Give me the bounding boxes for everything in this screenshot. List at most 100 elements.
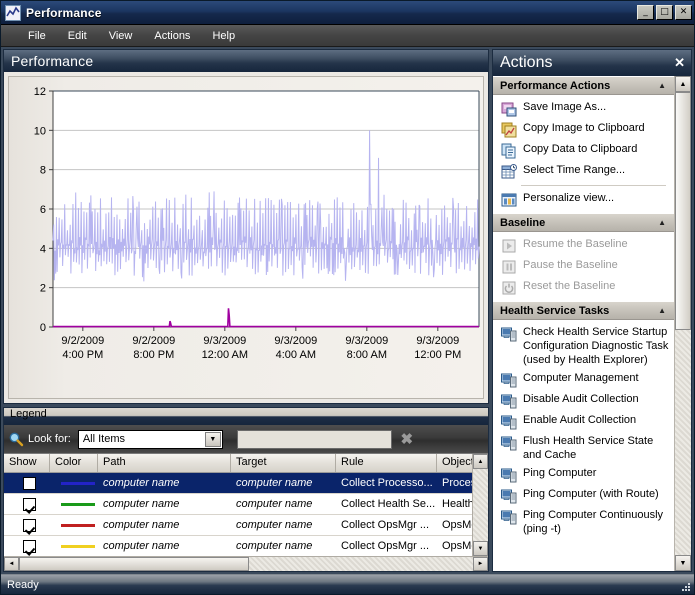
actions-pane: Actions ✕ Performance Actions ▲ Save Image… [492,49,692,572]
table-row[interactable]: computer name computer name Collect OpsMgr… [4,536,472,556]
task-computer-icon [501,510,517,525]
performance-chart[interactable]: 0 2 4 6 8 10 12 9/2/2009 4:00 PM 9/2/2009 8:00 PM 9… [9,77,487,387]
column-header-target[interactable]: Target [231,454,336,472]
actions-section-header[interactable]: Health Service Tasks ▲ [493,301,674,320]
table-row[interactable]: computer name computer name Collect OpsMgr… [4,515,472,536]
legend-vertical-scrollbar[interactable]: ▲ ▼ [472,454,488,556]
scope-dropdown[interactable]: All Items ▼ [77,429,223,449]
chevron-up-icon[interactable]: ▲ [658,306,666,315]
action-item[interactable]: Personalize view... [493,189,674,210]
chevron-down-icon[interactable]: ▼ [204,431,221,447]
action-item-label: Resume the Baseline [523,238,628,250]
action-item[interactable]: Ping Computer Continuously (ping -t) [493,506,674,538]
actions-close-icon[interactable]: ✕ [674,55,685,71]
series-color-swatch [61,544,95,548]
action-item[interactable]: Flush Health Service State and Cache [493,432,674,464]
action-item-label: Copy Data to Clipboard [523,143,638,155]
row-show-cell[interactable] [4,494,50,515]
chart-area[interactable]: 0 2 4 6 8 10 12 9/2/2009 4:00 PM 9/2/2009 8:00 PM 9… [8,76,484,399]
menu-view[interactable]: View [98,27,144,45]
svg-text:9/2/2009: 9/2/2009 [132,335,175,347]
actions-vertical-scrollbar[interactable]: ▲ ▼ [674,76,691,571]
action-item[interactable]: Check Health Service Startup Configurati… [493,323,674,369]
table-row[interactable]: computer name computer name Collect Health… [4,494,472,515]
actions-section-header[interactable]: Baseline ▲ [493,213,674,232]
clear-search-icon[interactable]: ✖ [396,429,418,449]
actions-section-list: Save Image As... Copy Image to Clipboard C… [493,95,674,213]
action-item[interactable]: Save Image As... [493,98,674,119]
show-checkbox[interactable] [23,476,36,490]
row-show-cell[interactable] [4,536,50,557]
maximize-button[interactable]: □ [656,5,673,20]
close-button[interactable]: ✕ [675,5,692,20]
column-header-path[interactable]: Path [98,454,231,472]
row-rule-cell: Collect OpsMgr ... [341,540,430,552]
minimize-button[interactable]: _ [637,5,654,20]
resize-grip-icon[interactable] [679,580,691,592]
series-color-swatch [61,481,95,485]
chevron-up-icon[interactable]: ▲ [658,81,666,90]
scope-dropdown-value: All Items [82,433,125,445]
task-computer-icon [501,468,517,483]
svg-text:9/2/2009: 9/2/2009 [61,335,104,347]
legend-scroll-down-button[interactable]: ▼ [473,541,488,556]
menu-actions[interactable]: Actions [143,27,201,45]
svg-text:9/3/2009: 9/3/2009 [203,335,246,347]
svg-text:0: 0 [40,322,46,334]
menu-file[interactable]: File [17,27,57,45]
column-header-show[interactable]: Show [4,454,50,472]
actions-section-header[interactable]: Performance Actions ▲ [493,76,674,95]
task-computer-icon [501,489,517,504]
legend-scroll-up-button[interactable]: ▲ [473,454,488,469]
legend-hscroll-track[interactable] [249,557,473,571]
calendar-clock-icon [501,164,517,179]
actions-scroll-track[interactable] [675,92,691,555]
actions-section-title: Baseline [500,216,546,229]
action-item[interactable]: Ping Computer (with Route) [493,485,674,506]
row-show-cell[interactable] [4,473,50,494]
actions-scroll-thumb[interactable] [675,92,691,330]
row-color-cell [50,536,98,557]
legend-grid: Show Color Path Target Rule Object compu… [4,453,488,571]
action-item[interactable]: Copy Image to Clipboard [493,119,674,140]
task-computer-icon [501,327,517,342]
task-computer-icon [501,394,517,409]
column-header-rule[interactable]: Rule [336,454,437,472]
row-show-cell[interactable] [4,515,50,536]
row-rule-cell: Collect Health Se... [341,498,436,510]
search-input[interactable] [236,429,392,449]
action-item[interactable]: Disable Audit Collection [493,390,674,411]
action-item[interactable]: Select Time Range... [493,161,674,182]
action-item[interactable]: Computer Management [493,369,674,390]
menu-help[interactable]: Help [201,27,246,45]
legend-scroll-right-button[interactable]: ► [473,557,488,571]
action-item[interactable]: Ping Computer [493,464,674,485]
task-computer-icon [501,373,517,388]
action-item[interactable]: Enable Audit Collection [493,411,674,432]
performance-pane-title: Performance [4,50,488,72]
column-header-color[interactable]: Color [50,454,98,472]
chevron-up-icon[interactable]: ▲ [658,218,666,227]
task-computer-icon [501,415,517,430]
menu-edit[interactable]: Edit [57,27,98,45]
action-item[interactable]: Copy Data to Clipboard [493,140,674,161]
show-checkbox[interactable] [23,518,36,532]
performance-pane: Performance 0 2 4 6 8 10 12 9/2/2009 4:00 PM 9/2/… [3,49,489,404]
menu-separator [521,185,666,186]
actions-scroll-down-button[interactable]: ▼ [675,555,691,571]
play-icon [502,239,516,253]
table-row[interactable]: computer name computer name Collect Proces… [4,473,472,494]
legend-scroll-left-button[interactable]: ◄ [4,557,19,571]
svg-text:12: 12 [34,86,46,98]
legend-horizontal-scrollbar[interactable]: ◄ ► [4,556,488,571]
legend-rows: computer name computer name Collect Proces… [4,473,472,556]
show-checkbox[interactable] [23,497,36,511]
action-item-label: Flush Health Service State and Cache [523,435,654,461]
actions-scroll-up-button[interactable]: ▲ [675,76,691,92]
show-checkbox[interactable] [23,539,36,553]
svg-text:4:00 PM: 4:00 PM [62,349,103,361]
main-body: Performance 0 2 4 6 8 10 12 9/2/2009 4:00 PM 9/2/… [1,47,694,574]
row-target-cell: computer name [236,477,313,489]
legend-hscroll-thumb[interactable] [19,557,249,571]
actions-pane-header: Actions ✕ [493,50,691,76]
